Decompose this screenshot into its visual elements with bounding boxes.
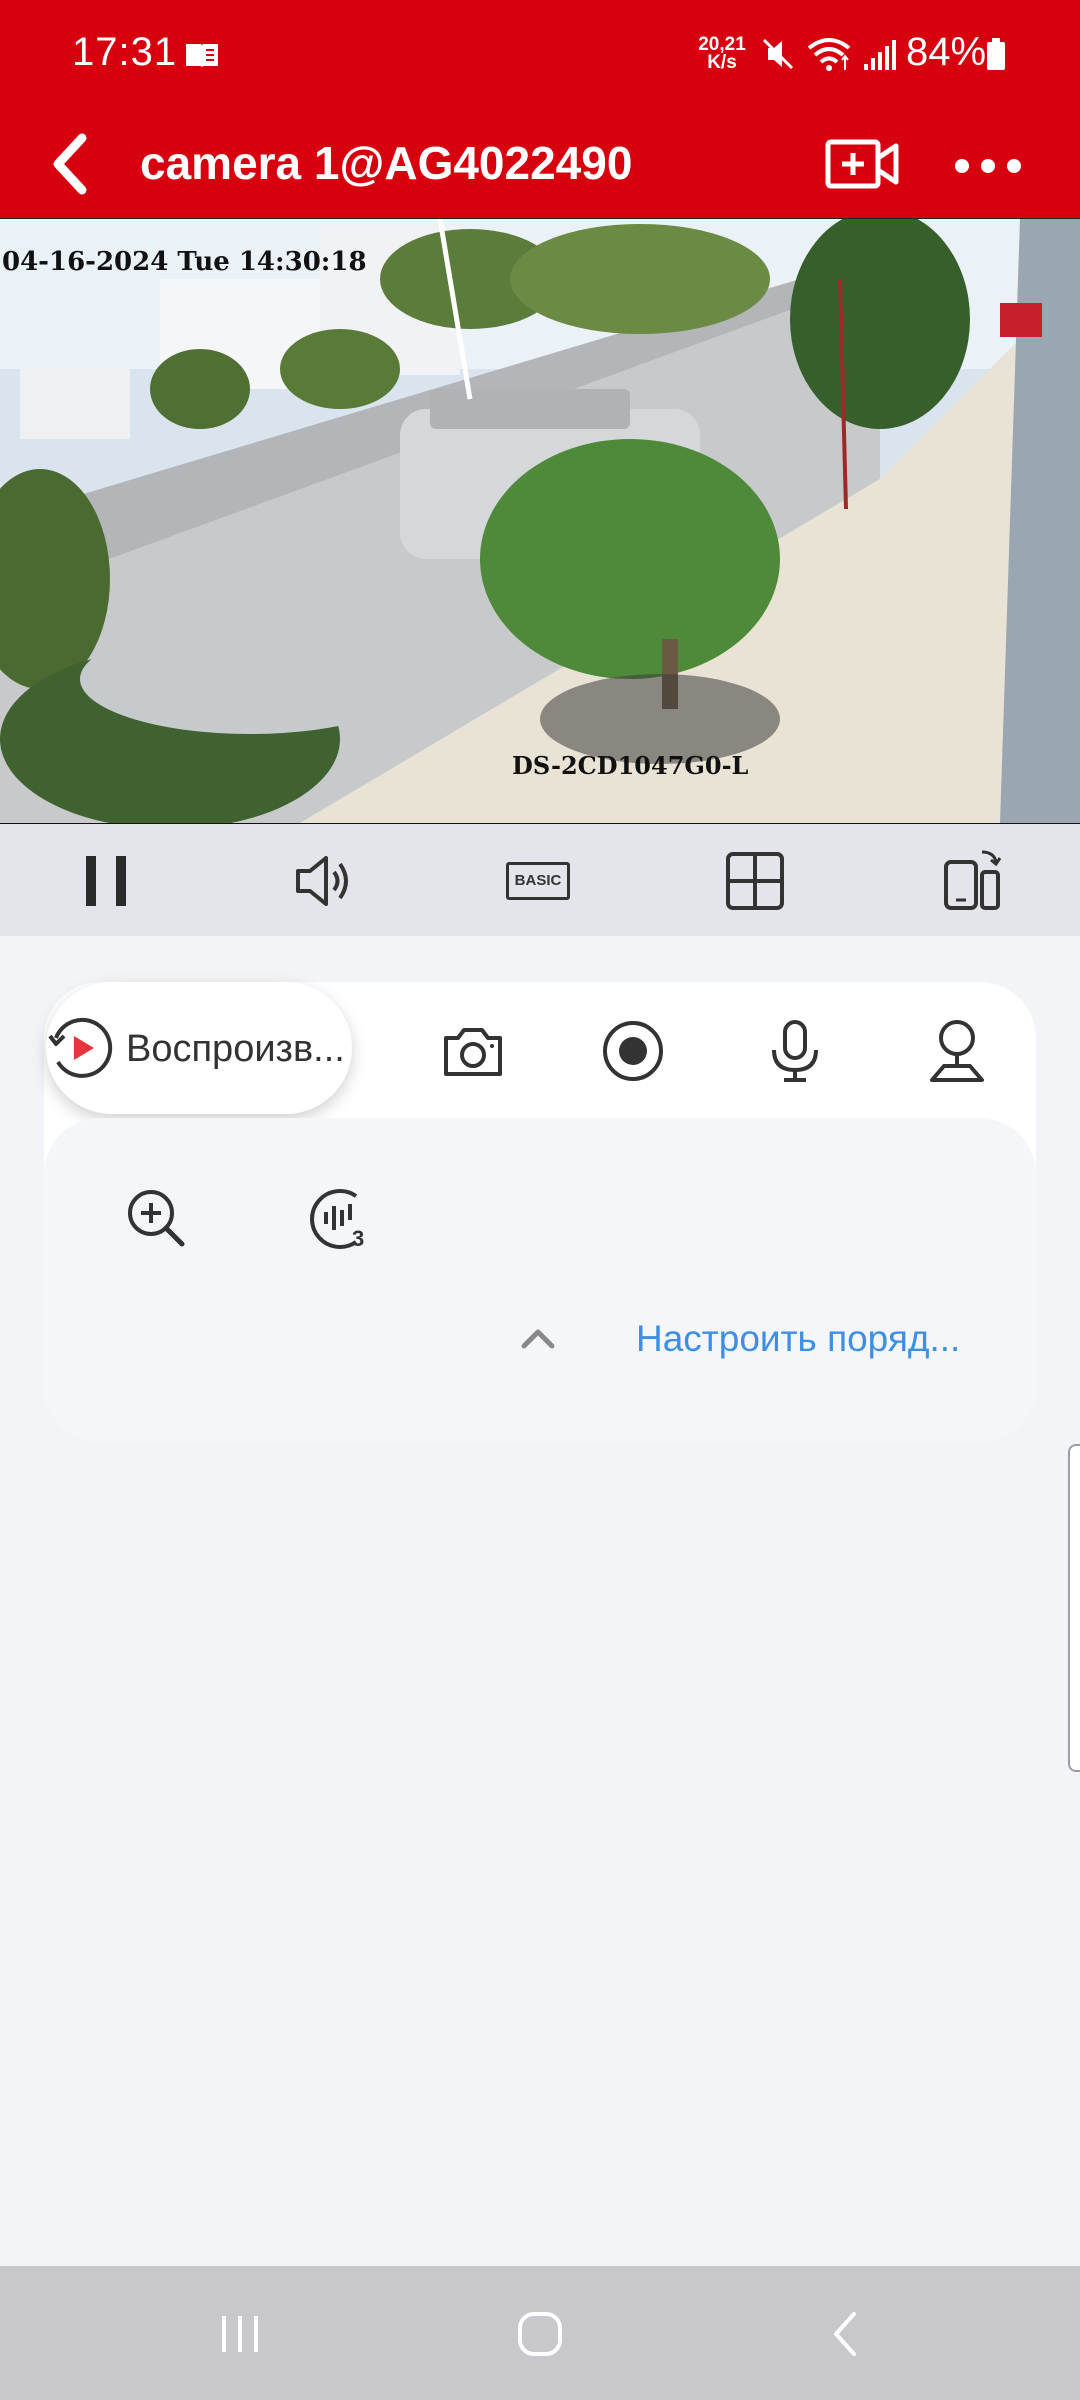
camera-scene-image	[0, 219, 1080, 823]
battery-icon	[987, 38, 1005, 70]
status-time: 17:31	[72, 30, 178, 74]
camera-snapshot-icon[interactable]	[438, 1016, 508, 1086]
zoom-in-icon[interactable]	[124, 1186, 188, 1250]
osd-datetime: 04-16-2024 Tue 14:30:18	[2, 247, 367, 277]
back-nav-icon[interactable]	[818, 2306, 874, 2362]
more-icon[interactable]	[948, 126, 1028, 202]
system-nav-bar	[0, 2266, 1080, 2400]
playback-icon	[48, 1017, 113, 1078]
svg-text:3: 3	[352, 1226, 364, 1250]
signal-icon	[864, 40, 896, 70]
back-icon[interactable]	[40, 124, 120, 204]
speaker-icon[interactable]	[288, 846, 358, 916]
quality-icon[interactable]: BASIC	[504, 846, 576, 916]
microphone-icon[interactable]	[760, 1016, 830, 1086]
camera-title: camera 1@AG4022490	[140, 137, 633, 189]
recent-apps-icon[interactable]	[212, 2306, 268, 2362]
ptz-icon[interactable]	[922, 1016, 992, 1086]
customize-order-link[interactable]: Настроить поряд...	[636, 1318, 960, 1360]
home-icon[interactable]	[512, 2306, 568, 2362]
live-view-toolbar: BASIC	[0, 824, 1080, 936]
pause-icon[interactable]	[72, 846, 142, 916]
record-icon[interactable]	[598, 1016, 668, 1086]
playback-label: Воспроизв...	[126, 1028, 345, 1070]
net-speed-unit: K/s	[707, 52, 737, 73]
wifi-icon	[807, 38, 851, 71]
chevron-up-icon[interactable]	[518, 1324, 558, 1354]
battery-percent: 84%	[906, 30, 987, 74]
net-speed: 20,21 K/s	[694, 35, 750, 73]
add-recording-icon[interactable]	[822, 126, 902, 202]
feature-panel: Воспроизв... 3 Настроить поряд...	[44, 982, 1036, 1442]
live-video-feed[interactable]: 04-16-2024 Tue 14:30:18 DS-2CD1047G0-L	[0, 218, 1080, 825]
playback-button[interactable]: Воспроизв...	[46, 982, 352, 1114]
side-scroll-handle[interactable]	[1068, 1444, 1080, 1772]
audio-3-icon[interactable]: 3	[310, 1186, 374, 1250]
osd-camera-model: DS-2CD1047G0-L	[512, 751, 749, 780]
mute-icon	[762, 38, 794, 70]
rotate-screen-icon[interactable]	[938, 846, 1008, 916]
quality-label: BASIC	[506, 862, 570, 900]
feature-row-secondary: 3 Настроить поряд...	[44, 1118, 1036, 1442]
app-bar: camera 1@AG4022490	[0, 110, 1080, 218]
feature-row-primary: Воспроизв...	[44, 982, 1036, 1118]
reader-mode-icon	[186, 44, 218, 68]
grid-layout-icon[interactable]	[720, 846, 790, 916]
status-bar: 17:31 20,21 K/s 84%	[0, 0, 1080, 110]
